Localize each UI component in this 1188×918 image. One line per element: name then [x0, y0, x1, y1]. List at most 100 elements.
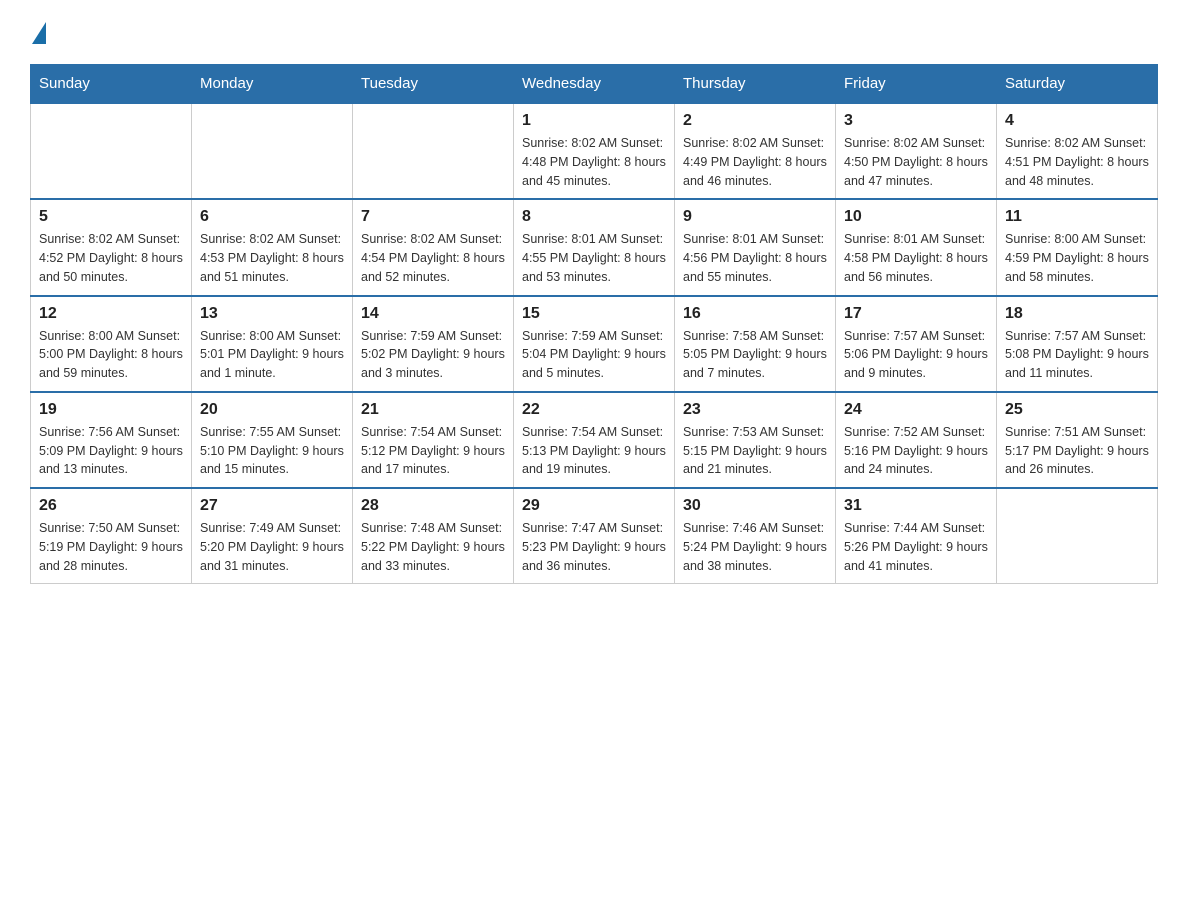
- day-info: Sunrise: 7:57 AM Sunset: 5:06 PM Dayligh…: [844, 327, 988, 383]
- calendar-cell: 5Sunrise: 8:02 AM Sunset: 4:52 PM Daylig…: [31, 199, 192, 295]
- day-info: Sunrise: 7:59 AM Sunset: 5:04 PM Dayligh…: [522, 327, 666, 383]
- calendar-cell: [997, 488, 1158, 584]
- calendar-cell: 30 Sunrise: 7:46 AM Sunset: 5:24 PM Dayli…: [675, 488, 836, 584]
- day-info: Sunrise: 7:57 AM Sunset: 5:08 PM Dayligh…: [1005, 327, 1149, 383]
- calendar-header-friday: Friday: [836, 65, 997, 104]
- calendar-cell: 16 Sunrise: 7:58 AM Sunset: 5:05 PM Dayli…: [675, 296, 836, 392]
- calendar-cell: 12 Sunrise: 8:00 AM Sunset: 5:00 PM Dayli…: [31, 296, 192, 392]
- calendar-week-row: 1 Sunrise: 8:02 AM Sunset: 4:48 PM Daylig…: [31, 103, 1158, 199]
- calendar-header-sunday: Sunday: [31, 65, 192, 104]
- calendar-cell: 26Sunrise: 7:50 AM Sunset: 5:19 PM Dayli…: [31, 488, 192, 584]
- logo-triangle-icon: [32, 22, 46, 44]
- day-number: 29: [522, 497, 666, 515]
- day-number: 16: [683, 305, 827, 323]
- calendar-cell: 28 Sunrise: 7:48 AM Sunset: 5:22 PM Dayli…: [353, 488, 514, 584]
- calendar-week-row: 12 Sunrise: 8:00 AM Sunset: 5:00 PM Dayli…: [31, 296, 1158, 392]
- day-info: Sunrise: 7:51 AM Sunset: 5:17 PM Dayligh…: [1005, 423, 1149, 479]
- day-info: Sunrise: 7:53 AM Sunset: 5:15 PM Dayligh…: [683, 423, 827, 479]
- calendar-cell: 13 Sunrise: 8:00 AM Sunset: 5:01 PM Dayli…: [192, 296, 353, 392]
- calendar-cell: 8Sunrise: 8:01 AM Sunset: 4:55 PM Daylig…: [514, 199, 675, 295]
- calendar-cell: 9 Sunrise: 8:01 AM Sunset: 4:56 PM Daylig…: [675, 199, 836, 295]
- calendar-cell: 29 Sunrise: 7:47 AM Sunset: 5:23 PM Dayli…: [514, 488, 675, 584]
- calendar-header-thursday: Thursday: [675, 65, 836, 104]
- day-info: Sunrise: 7:56 AM Sunset: 5:09 PM Dayligh…: [39, 423, 183, 479]
- calendar-header-wednesday: Wednesday: [514, 65, 675, 104]
- day-info: Sunrise: 8:01 AM Sunset: 4:56 PM Dayligh…: [683, 230, 827, 286]
- calendar-cell: 14Sunrise: 7:59 AM Sunset: 5:02 PM Dayli…: [353, 296, 514, 392]
- calendar-cell: 11 Sunrise: 8:00 AM Sunset: 4:59 PM Dayli…: [997, 199, 1158, 295]
- day-number: 28: [361, 497, 505, 515]
- day-info: Sunrise: 7:54 AM Sunset: 5:13 PM Dayligh…: [522, 423, 666, 479]
- calendar-cell: [31, 103, 192, 199]
- day-number: 15: [522, 305, 666, 323]
- day-number: 22: [522, 401, 666, 419]
- day-info: Sunrise: 7:46 AM Sunset: 5:24 PM Dayligh…: [683, 519, 827, 575]
- day-number: 19: [39, 401, 183, 419]
- day-number: 2: [683, 112, 827, 130]
- calendar-header-tuesday: Tuesday: [353, 65, 514, 104]
- day-number: 5: [39, 208, 183, 226]
- day-info: Sunrise: 7:48 AM Sunset: 5:22 PM Dayligh…: [361, 519, 505, 575]
- day-number: 11: [1005, 208, 1149, 226]
- day-number: 1: [522, 112, 666, 130]
- calendar-cell: 21 Sunrise: 7:54 AM Sunset: 5:12 PM Dayli…: [353, 392, 514, 488]
- calendar-week-row: 26Sunrise: 7:50 AM Sunset: 5:19 PM Dayli…: [31, 488, 1158, 584]
- day-info: Sunrise: 7:54 AM Sunset: 5:12 PM Dayligh…: [361, 423, 505, 479]
- calendar-cell: 20Sunrise: 7:55 AM Sunset: 5:10 PM Dayli…: [192, 392, 353, 488]
- day-number: 30: [683, 497, 827, 515]
- calendar-cell: 18 Sunrise: 7:57 AM Sunset: 5:08 PM Dayli…: [997, 296, 1158, 392]
- day-info: Sunrise: 8:02 AM Sunset: 4:53 PM Dayligh…: [200, 230, 344, 286]
- day-info: Sunrise: 8:00 AM Sunset: 5:01 PM Dayligh…: [200, 327, 344, 383]
- day-number: 18: [1005, 305, 1149, 323]
- calendar-cell: [353, 103, 514, 199]
- day-info: Sunrise: 8:02 AM Sunset: 4:54 PM Dayligh…: [361, 230, 505, 286]
- calendar-header-monday: Monday: [192, 65, 353, 104]
- day-number: 10: [844, 208, 988, 226]
- day-info: Sunrise: 8:00 AM Sunset: 5:00 PM Dayligh…: [39, 327, 183, 383]
- day-info: Sunrise: 8:02 AM Sunset: 4:50 PM Dayligh…: [844, 134, 988, 190]
- day-info: Sunrise: 7:58 AM Sunset: 5:05 PM Dayligh…: [683, 327, 827, 383]
- day-number: 25: [1005, 401, 1149, 419]
- day-number: 6: [200, 208, 344, 226]
- day-number: 20: [200, 401, 344, 419]
- logo: [30, 20, 46, 44]
- calendar-header-saturday: Saturday: [997, 65, 1158, 104]
- calendar-cell: 23 Sunrise: 7:53 AM Sunset: 5:15 PM Dayli…: [675, 392, 836, 488]
- day-number: 4: [1005, 112, 1149, 130]
- day-number: 27: [200, 497, 344, 515]
- day-number: 23: [683, 401, 827, 419]
- day-info: Sunrise: 7:44 AM Sunset: 5:26 PM Dayligh…: [844, 519, 988, 575]
- calendar-cell: 27Sunrise: 7:49 AM Sunset: 5:20 PM Dayli…: [192, 488, 353, 584]
- day-number: 21: [361, 401, 505, 419]
- calendar-week-row: 19 Sunrise: 7:56 AM Sunset: 5:09 PM Dayli…: [31, 392, 1158, 488]
- day-info: Sunrise: 8:02 AM Sunset: 4:49 PM Dayligh…: [683, 134, 827, 190]
- calendar-cell: 25 Sunrise: 7:51 AM Sunset: 5:17 PM Dayli…: [997, 392, 1158, 488]
- day-info: Sunrise: 8:01 AM Sunset: 4:55 PM Dayligh…: [522, 230, 666, 286]
- day-info: Sunrise: 8:01 AM Sunset: 4:58 PM Dayligh…: [844, 230, 988, 286]
- calendar-week-row: 5Sunrise: 8:02 AM Sunset: 4:52 PM Daylig…: [31, 199, 1158, 295]
- calendar-cell: 6 Sunrise: 8:02 AM Sunset: 4:53 PM Daylig…: [192, 199, 353, 295]
- day-number: 13: [200, 305, 344, 323]
- day-number: 31: [844, 497, 988, 515]
- day-number: 9: [683, 208, 827, 226]
- page-header: [30, 20, 1158, 44]
- calendar-cell: 31 Sunrise: 7:44 AM Sunset: 5:26 PM Dayli…: [836, 488, 997, 584]
- day-info: Sunrise: 8:00 AM Sunset: 4:59 PM Dayligh…: [1005, 230, 1149, 286]
- calendar-cell: 1 Sunrise: 8:02 AM Sunset: 4:48 PM Daylig…: [514, 103, 675, 199]
- day-info: Sunrise: 8:02 AM Sunset: 4:48 PM Dayligh…: [522, 134, 666, 190]
- day-number: 7: [361, 208, 505, 226]
- day-info: Sunrise: 8:02 AM Sunset: 4:51 PM Dayligh…: [1005, 134, 1149, 190]
- day-number: 24: [844, 401, 988, 419]
- calendar-cell: 2 Sunrise: 8:02 AM Sunset: 4:49 PM Daylig…: [675, 103, 836, 199]
- day-info: Sunrise: 7:47 AM Sunset: 5:23 PM Dayligh…: [522, 519, 666, 575]
- calendar-table: SundayMondayTuesdayWednesdayThursdayFrid…: [30, 64, 1158, 584]
- calendar-cell: 15 Sunrise: 7:59 AM Sunset: 5:04 PM Dayli…: [514, 296, 675, 392]
- calendar-cell: 22 Sunrise: 7:54 AM Sunset: 5:13 PM Dayli…: [514, 392, 675, 488]
- calendar-header-row: SundayMondayTuesdayWednesdayThursdayFrid…: [31, 65, 1158, 104]
- calendar-cell: [192, 103, 353, 199]
- day-number: 3: [844, 112, 988, 130]
- day-number: 14: [361, 305, 505, 323]
- day-info: Sunrise: 7:50 AM Sunset: 5:19 PM Dayligh…: [39, 519, 183, 575]
- calendar-cell: 3 Sunrise: 8:02 AM Sunset: 4:50 PM Daylig…: [836, 103, 997, 199]
- day-number: 12: [39, 305, 183, 323]
